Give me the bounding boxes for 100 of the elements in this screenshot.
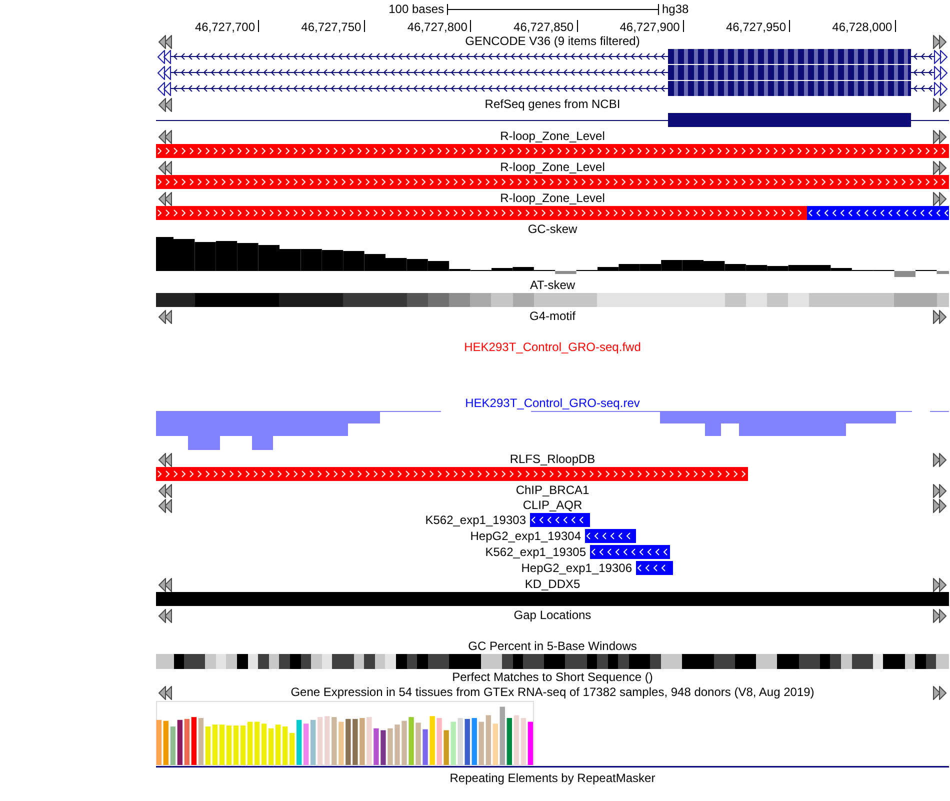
- heatmap-cell: [852, 654, 873, 669]
- double-arrow-left-icon[interactable]: [158, 578, 172, 592]
- track-title: GENCODE V36 (9 items filtered): [465, 34, 640, 49]
- heatmap-cell: [184, 654, 206, 669]
- heatmap-cell: [428, 654, 449, 669]
- double-arrow-left-icon[interactable]: [158, 452, 172, 466]
- double-arrow-right-icon[interactable]: [933, 484, 947, 498]
- heatmap-cell: [174, 654, 184, 669]
- ruler-tick: [682, 20, 684, 32]
- heatmap-cell: [724, 293, 746, 307]
- heatmap-cell: [820, 654, 830, 669]
- heatmap-cell: [226, 654, 238, 669]
- skew-bar: [343, 251, 364, 271]
- feature-bar[interactable]: [156, 206, 807, 220]
- double-arrow-left-icon[interactable]: [157, 50, 171, 64]
- feature-bar[interactable]: [807, 206, 949, 220]
- track-title: G4-motif: [529, 309, 576, 324]
- heatmap-cell: [756, 654, 778, 669]
- heatmap-cell: [216, 654, 226, 669]
- intron-line[interactable]: [911, 69, 934, 76]
- feature-bar[interactable]: [636, 561, 673, 575]
- double-arrow-left-icon[interactable]: [158, 484, 172, 498]
- track-title: GC-skew: [528, 222, 578, 237]
- expression-bar[interactable]: [177, 720, 183, 765]
- heatmap-cell: [258, 654, 269, 669]
- expression-bar[interactable]: [191, 717, 197, 765]
- double-arrow-right-icon[interactable]: [933, 608, 947, 622]
- heatmap-cell: [565, 654, 587, 669]
- double-arrow-left-icon[interactable]: [158, 498, 172, 512]
- heatmap-cell: [660, 654, 682, 669]
- track-title: RefSeq genes from NCBI: [484, 97, 620, 112]
- double-arrow-left-icon[interactable]: [158, 34, 172, 48]
- double-arrow-left-icon[interactable]: [157, 66, 171, 80]
- ruler-tick-label: 46,727,700: [194, 19, 255, 35]
- heatmap-cell: [586, 654, 598, 669]
- intron-line[interactable]: [911, 53, 934, 60]
- double-arrow-right-icon[interactable]: [933, 192, 947, 206]
- double-arrow-right-icon[interactable]: [934, 50, 948, 64]
- feature-bar[interactable]: [590, 545, 670, 559]
- heatmap-cell: [788, 293, 810, 307]
- double-arrow-right-icon[interactable]: [933, 98, 947, 112]
- feature-bar[interactable]: [156, 144, 949, 158]
- intron-line[interactable]: [171, 53, 668, 60]
- double-arrow-left-icon[interactable]: [158, 310, 172, 324]
- heatmap-cell: [904, 654, 916, 669]
- track-title: RLFS_RloopDB: [510, 452, 596, 467]
- heatmap-cell: [746, 293, 767, 307]
- double-arrow-right-icon[interactable]: [933, 452, 947, 466]
- heatmap-cell: [385, 654, 396, 669]
- double-arrow-right-icon[interactable]: [933, 34, 947, 48]
- feature-bar[interactable]: [585, 529, 636, 543]
- heatmap-cell: [714, 654, 735, 669]
- feature-bar[interactable]: [156, 175, 949, 189]
- heatmap-cell: [883, 654, 904, 669]
- heatmap-cell: [491, 293, 513, 307]
- heatmap-cell: [332, 654, 354, 669]
- heatmap-cell: [618, 654, 630, 669]
- intron-line[interactable]: [171, 85, 668, 92]
- double-arrow-right-icon[interactable]: [933, 160, 947, 174]
- heatmap-cell: [354, 654, 364, 669]
- ruler-tick-label: 46,727,850: [514, 19, 574, 35]
- heatmap-cell: [682, 654, 714, 669]
- double-arrow-left-icon[interactable]: [158, 192, 172, 206]
- double-arrow-left-icon[interactable]: [158, 608, 172, 622]
- intron-line[interactable]: [171, 69, 668, 76]
- skew-bar: [237, 243, 258, 271]
- track-title: Perfect Matches to Short Sequence (): [452, 670, 653, 685]
- double-arrow-right-icon[interactable]: [934, 82, 948, 96]
- ruler-tick-label: 46,727,750: [301, 19, 362, 35]
- heatmap-cell: [512, 654, 524, 669]
- feature-bar[interactable]: [530, 513, 590, 527]
- double-arrow-right-icon[interactable]: [933, 130, 947, 144]
- heatmap-cell: [502, 654, 513, 669]
- ruler-tick-label: 46,727,950: [726, 19, 786, 35]
- double-arrow-left-icon[interactable]: [158, 160, 172, 174]
- double-arrow-left-icon[interactable]: [158, 130, 172, 144]
- heatmap-cell: [629, 654, 650, 669]
- heatmap-cell: [268, 654, 280, 669]
- heatmap-cell: [470, 293, 492, 307]
- double-arrow-right-icon[interactable]: [933, 498, 947, 512]
- skew-bar: [406, 259, 428, 271]
- intron-line[interactable]: [911, 85, 934, 92]
- heatmap-cell: [597, 654, 608, 669]
- heatmap-cell: [448, 654, 481, 669]
- double-arrow-left-icon[interactable]: [158, 98, 172, 112]
- double-arrow-left-icon[interactable]: [157, 82, 171, 96]
- heatmap-cell: [311, 654, 322, 669]
- heatmap-cell: [926, 654, 936, 669]
- double-arrow-right-icon[interactable]: [934, 66, 948, 80]
- feature-bar[interactable]: [156, 467, 748, 481]
- skew-bar: [216, 241, 238, 271]
- double-arrow-right-icon[interactable]: [933, 310, 947, 324]
- heatmap-cell: [915, 654, 926, 669]
- ruler-tick-label: 46,727,900: [620, 19, 680, 35]
- skew-bar: [364, 254, 386, 271]
- double-arrow-right-icon[interactable]: [933, 686, 947, 700]
- feature-label: HepG2_exp1_19304: [470, 529, 581, 544]
- double-arrow-left-icon[interactable]: [158, 686, 172, 700]
- double-arrow-right-icon[interactable]: [933, 578, 947, 592]
- ruler-tick-label: 46,728,000: [832, 19, 892, 35]
